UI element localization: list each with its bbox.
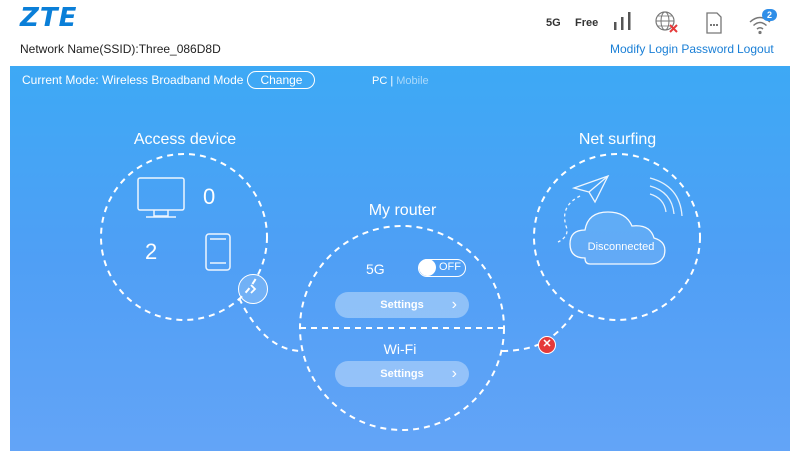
zte-logo: ZTE [20, 3, 78, 33]
signal-strength-icon [614, 12, 631, 30]
my-router-title: My router [368, 202, 437, 219]
globe-disconnected-icon [655, 11, 678, 33]
sim-card-icon [706, 12, 722, 34]
chevron-right-icon [250, 284, 257, 294]
band-5g-label: 5G [366, 261, 385, 277]
phone-icon [205, 233, 231, 271]
settings-wifi-label: Settings [380, 368, 424, 380]
logout-link[interactable]: Logout [737, 42, 774, 56]
wireless-device-count: 2 [145, 239, 158, 264]
chevron-right-icon: › [451, 296, 457, 313]
ssid-value: Three_086D8D [138, 42, 221, 56]
broadcast-waves-icon [649, 177, 683, 217]
monitor-icon [137, 177, 185, 218]
settings-5g-label: Settings [380, 299, 424, 311]
chevron-right-icon: › [451, 365, 457, 382]
topology-diagram [100, 153, 701, 431]
main-dashboard-panel: Current Mode: Wireless Broadband Mode Ch… [10, 66, 790, 451]
connector-left [238, 297, 303, 352]
modify-password-link[interactable]: Modify Login Password [610, 42, 734, 56]
ssid-label: Network Name(SSID): [20, 42, 139, 56]
disconnected-error-icon: ✕ [538, 336, 556, 354]
settings-5g-button[interactable]: Settings › [335, 292, 469, 318]
wifi-section-label: Wi-Fi [383, 341, 417, 357]
wifi-5g-toggle[interactable]: OFF [418, 259, 466, 277]
wifi-clients-badge: 2 [762, 9, 777, 21]
net-surfing-title: Net surfing [578, 131, 657, 148]
cloud-icon [569, 211, 666, 265]
ssid-display: Network Name(SSID):Three_086D8D [20, 42, 221, 56]
wired-device-count: 0 [203, 184, 216, 209]
settings-wifi-button[interactable]: Settings › [335, 361, 469, 387]
provider-label: Free [575, 17, 599, 29]
toggle-state-text: OFF [439, 261, 461, 273]
access-device-title: Access device [133, 131, 237, 148]
connection-status-text: Disconnected [587, 241, 655, 253]
access-device-details-button[interactable] [238, 274, 268, 304]
network-type-label: 5G [546, 17, 561, 29]
toggle-knob [419, 259, 436, 276]
